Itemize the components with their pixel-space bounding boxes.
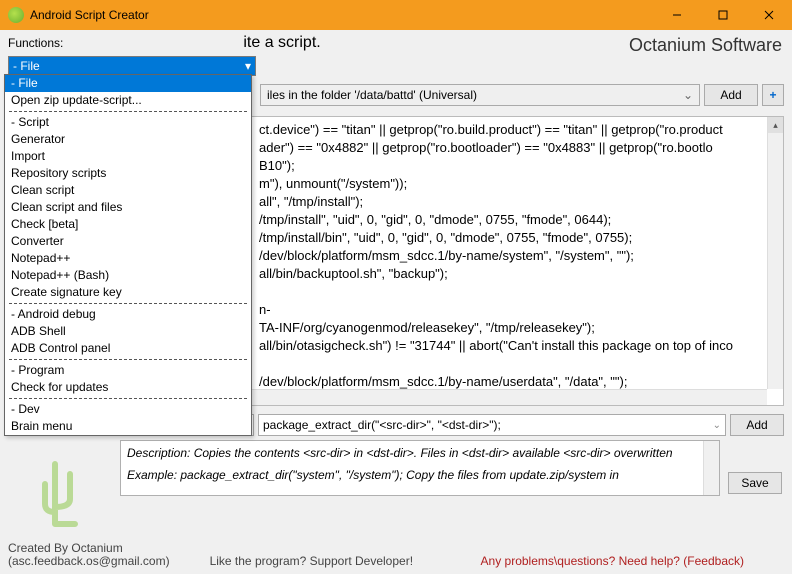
footer-email: (asc.feedback.os@gmail.com) (8, 555, 170, 568)
description-example: Example: package_extract_dir("system", "… (127, 467, 713, 483)
app-icon (8, 7, 24, 23)
dropdown-item[interactable]: - Dev (5, 401, 251, 418)
vertical-scrollbar[interactable]: ▴ (767, 117, 783, 389)
maximize-button[interactable] (700, 0, 746, 30)
builder-add-button[interactable]: Add (704, 84, 758, 106)
dropdown-separator (9, 303, 247, 304)
dropdown-item[interactable]: Notepad++ (5, 250, 251, 267)
dropdown-item[interactable]: Generator (5, 131, 251, 148)
dropdown-item[interactable]: Brain menu (5, 418, 251, 435)
dropdown-item[interactable]: Create signature key (5, 284, 251, 301)
dropdown-item[interactable]: ADB Control panel (5, 340, 251, 357)
functions-label: Functions: (8, 36, 63, 50)
chevron-down-icon: ⌄ (683, 88, 693, 102)
feedback-link[interactable]: Any problems\questions? Need help? (Feed… (481, 554, 744, 568)
dropdown-separator (9, 359, 247, 360)
dropdown-item[interactable]: Open zip update-script... (5, 92, 251, 109)
builder-select-value: iles in the folder '/data/battd' (Univer… (267, 88, 477, 102)
builder-select[interactable]: iles in the folder '/data/battd' (Univer… (260, 84, 700, 106)
dropdown-item[interactable]: Clean script and files (5, 199, 251, 216)
close-button[interactable] (746, 0, 792, 30)
description-box: Description: Copies the contents <src-di… (120, 440, 720, 496)
save-button[interactable]: Save (728, 472, 782, 494)
command-signature-value: package_extract_dir("<src-dir>", "<dst-d… (263, 418, 501, 432)
minimize-button[interactable] (654, 0, 700, 30)
window-controls (654, 0, 792, 30)
dropdown-item[interactable]: Check [beta] (5, 216, 251, 233)
titlebar: Android Script Creator (0, 0, 792, 30)
page-heading-fragment: ite a script. (243, 34, 320, 52)
builder-plus-button[interactable]: + (762, 84, 784, 106)
chevron-down-icon: ▾ (245, 59, 251, 73)
dropdown-item[interactable]: ADB Shell (5, 323, 251, 340)
brand-label: Octanium Software (629, 35, 782, 56)
chevron-down-icon: ⌄ (713, 420, 721, 431)
window-title: Android Script Creator (30, 8, 654, 22)
functions-combo[interactable]: - File ▾ (8, 56, 256, 76)
dropdown-item[interactable]: - Script (5, 114, 251, 131)
dropdown-separator (9, 398, 247, 399)
dropdown-item[interactable]: - File (5, 75, 251, 92)
dropdown-item[interactable]: - Program (5, 362, 251, 379)
functions-combo-value: - File (13, 59, 40, 73)
footer: Created By Octanium (asc.feedback.os@gma… (0, 540, 792, 574)
command-add-button[interactable]: Add (730, 414, 784, 436)
dropdown-separator (9, 111, 247, 112)
dropdown-item[interactable]: Repository scripts (5, 165, 251, 182)
vertical-scrollbar[interactable] (703, 441, 719, 495)
dropdown-item[interactable]: Clean script (5, 182, 251, 199)
dropdown-item[interactable]: - Android debug (5, 306, 251, 323)
cactus-logo (30, 454, 90, 534)
dropdown-item[interactable]: Converter (5, 233, 251, 250)
scroll-up-icon[interactable]: ▴ (768, 117, 783, 133)
dropdown-item[interactable]: Notepad++ (Bash) (5, 267, 251, 284)
description-line: Description: Copies the contents <src-di… (127, 445, 713, 461)
functions-dropdown[interactable]: - FileOpen zip update-script... - ScriptG… (4, 74, 252, 436)
dropdown-item[interactable]: Check for updates (5, 379, 251, 396)
command-signature-input[interactable]: package_extract_dir("<src-dir>", "<dst-d… (258, 414, 726, 436)
support-link[interactable]: Like the program? Support Developer! (210, 554, 413, 568)
dropdown-item[interactable]: Import (5, 148, 251, 165)
